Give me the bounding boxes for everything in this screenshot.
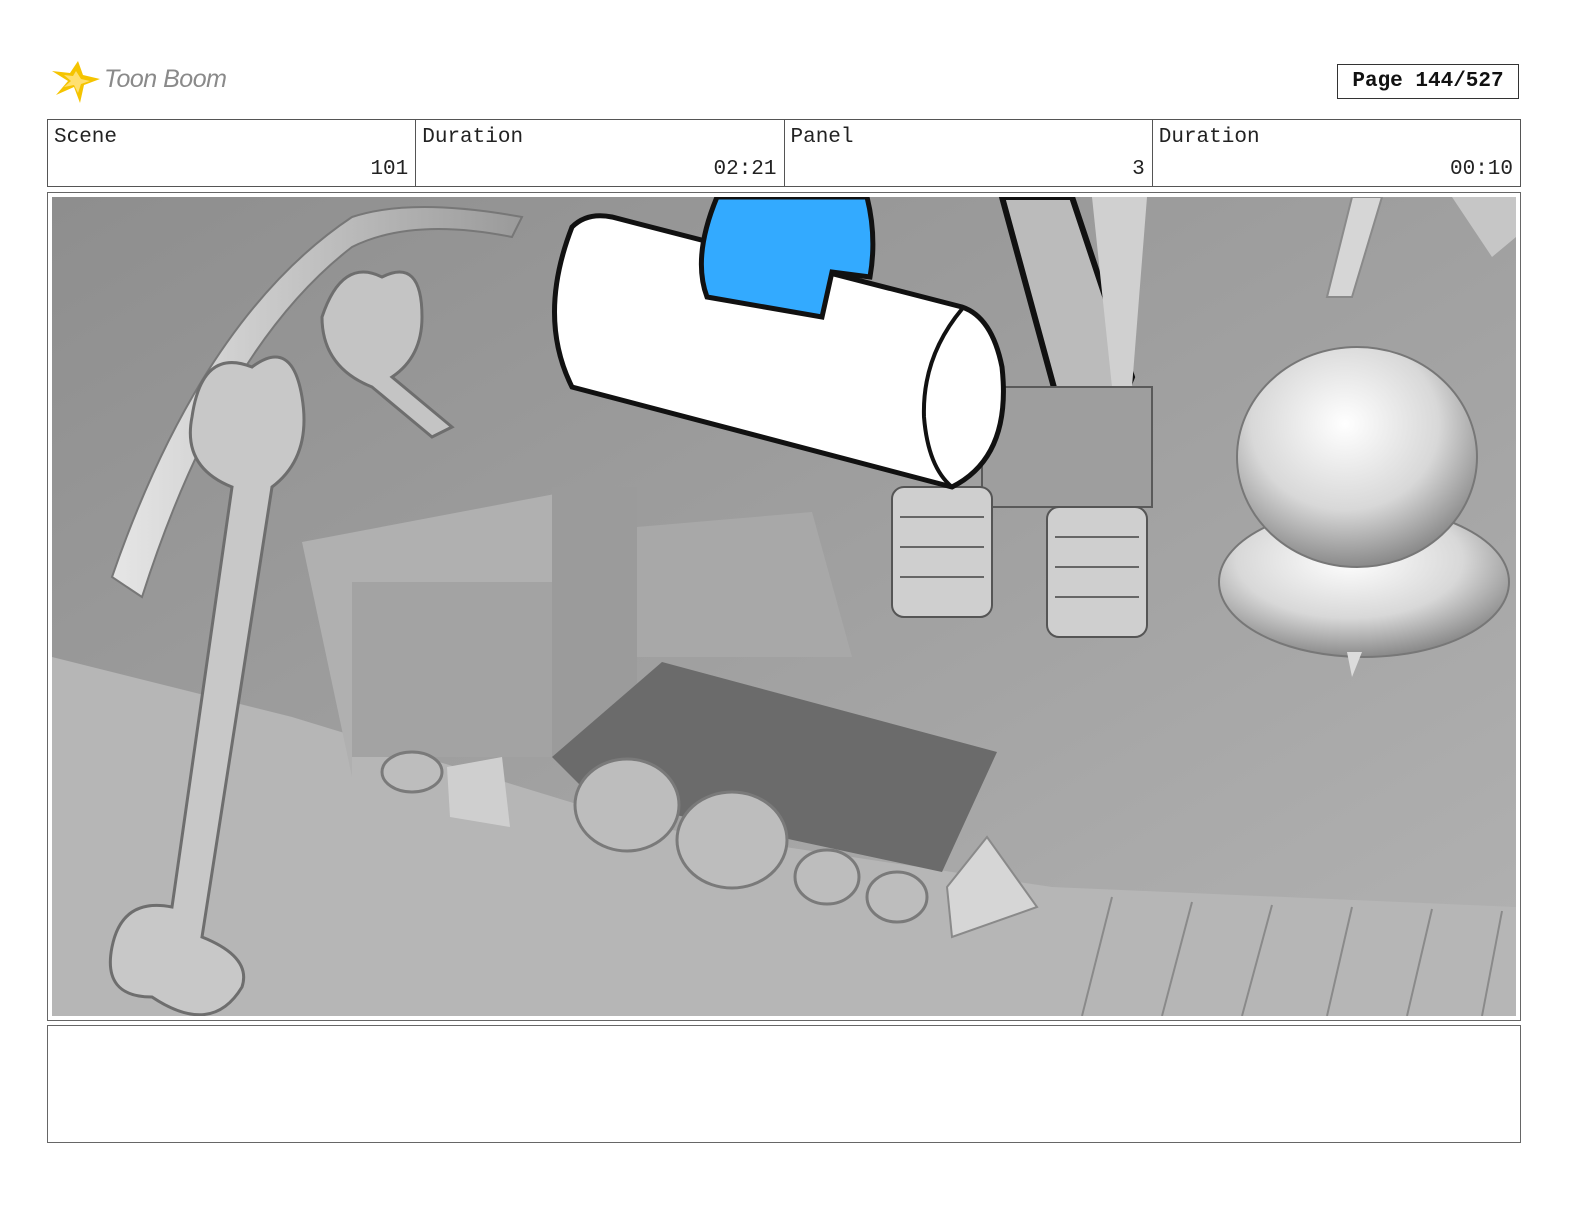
notes-box [47,1025,1521,1143]
panel-duration-label: Duration [1158,126,1260,149]
scene-duration-label: Duration [422,126,524,149]
panel-value: 3 [1132,158,1145,181]
scene-label: Scene [54,126,118,149]
info-table: Scene 101 Duration 02:21 Panel 3 Duratio… [47,119,1521,187]
storyboard-panel [47,192,1521,1021]
page-counter: Page 144/527 [1337,64,1519,99]
scene-illustration [52,197,1516,1016]
scene-duration-cell: Duration 02:21 [416,120,785,186]
panel-label: Panel [790,126,854,149]
logo-text: Toon Boom [104,65,227,93]
scene-duration-value: 02:21 [713,158,777,181]
panel-duration-cell: Duration 00:10 [1153,120,1520,186]
toon-boom-logo: Toon Boom [50,57,250,107]
panel-cell: Panel 3 [785,120,1153,186]
panel-artwork [52,197,1516,1016]
starburst-icon [52,61,100,103]
scene-value: 101 [370,158,409,181]
panel-duration-value: 00:10 [1449,158,1513,181]
scene-cell: Scene 101 [48,120,417,186]
